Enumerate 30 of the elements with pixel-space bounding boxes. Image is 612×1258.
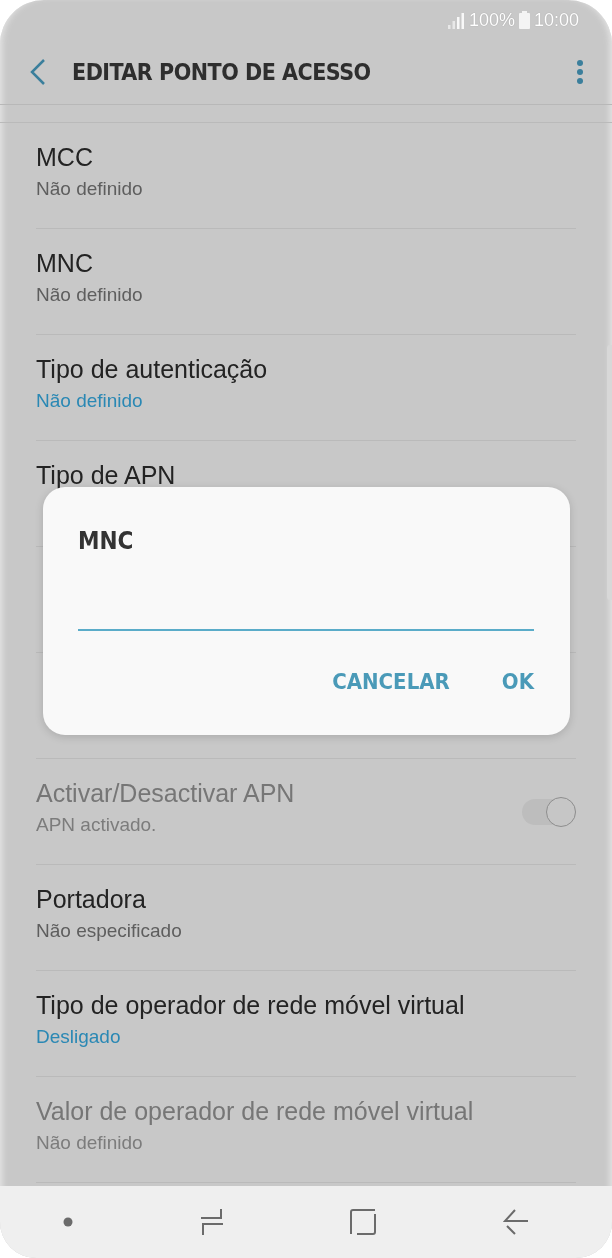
setting-title: Portadora (36, 885, 147, 914)
setting-title: Tipo de operador de rede móvel virtual (36, 991, 466, 1020)
dialog-title: MNC (78, 527, 134, 555)
setting-value: Não definido (36, 1132, 144, 1154)
setting-title: Valor de operador de rede móvel virtual (36, 1097, 475, 1126)
setting-value: Não definido (36, 390, 144, 412)
back-arrow-icon[interactable] (502, 1209, 529, 1235)
setting-title: MCC (36, 143, 94, 172)
more-options-icon[interactable] (576, 59, 584, 85)
setting-value: Não especificado (36, 920, 183, 942)
setting-title: Activar/Desactivar APN (36, 779, 296, 808)
signal-icon (446, 11, 465, 29)
dot-icon[interactable] (63, 1217, 74, 1227)
home-icon[interactable] (350, 1209, 377, 1235)
setting-title: Tipo de APN (36, 461, 177, 490)
setting-value: Não definido (36, 284, 144, 306)
setting-row[interactable]: Portadora Não especificado (36, 865, 576, 971)
setting-value: Desligado (36, 1026, 122, 1048)
screen-title: EDITAR PONTO DE ACESSO (72, 59, 372, 85)
setting-value: Não definido (36, 178, 144, 200)
setting-row[interactable]: Tipo de autenticação Não definido (36, 335, 576, 441)
setting-row[interactable]: MCC Não definido (36, 123, 576, 229)
recent-apps-icon[interactable] (199, 1208, 224, 1236)
setting-row[interactable]: Tipo de operador de rede móvel virtual Desligado (36, 971, 576, 1077)
setting-title: Tipo de autenticação (36, 355, 269, 384)
setting-value: APN activado. (36, 814, 158, 836)
setting-title: MNC (36, 249, 94, 278)
setting-row[interactable]: MNC Não definido (36, 229, 576, 335)
back-icon[interactable] (30, 59, 46, 85)
battery-icon (518, 11, 530, 29)
